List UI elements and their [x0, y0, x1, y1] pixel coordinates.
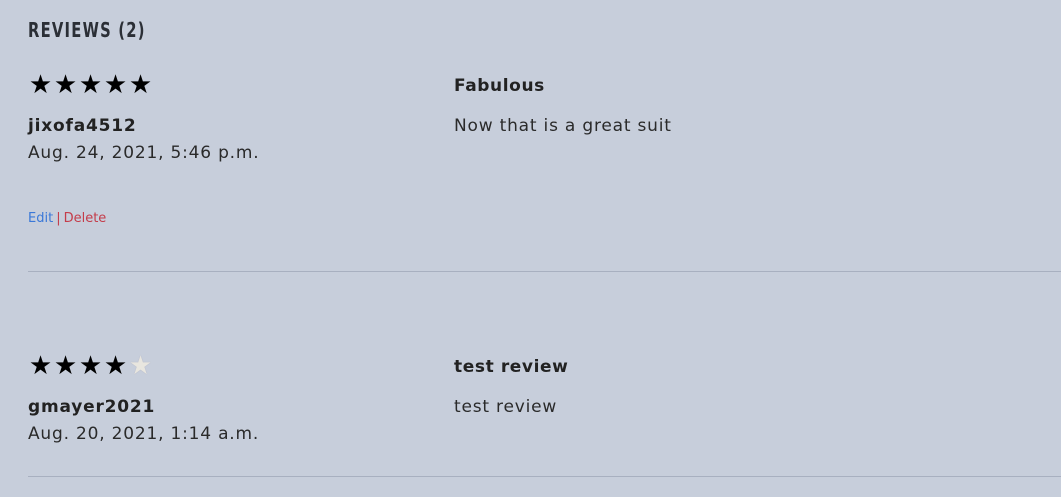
reviews-heading: REVIEWS (2) — [28, 18, 146, 42]
review-author: jixofa4512 — [28, 116, 137, 136]
review-actions: Edit | Delete — [28, 211, 106, 226]
review-item: ★ ★ ★ ★ ★ gmayer2021 Aug. 20, 2021, 1:14 a.m… — [28, 351, 1061, 477]
filled-star-icon: ★ — [53, 70, 78, 100]
star-rating: ★ ★ ★ ★ ★ — [28, 70, 153, 100]
review-body: Now that is a great suit — [454, 116, 672, 136]
review-date: Aug. 20, 2021, 1:14 a.m. — [28, 424, 260, 444]
review-author: gmayer2021 — [28, 397, 156, 417]
review-body: test review — [454, 397, 558, 417]
review-date: Aug. 24, 2021, 5:46 p.m. — [28, 143, 260, 163]
filled-star-icon: ★ — [78, 351, 103, 381]
filled-star-icon: ★ — [128, 70, 153, 100]
edit-review-link[interactable]: Edit — [28, 211, 53, 226]
action-separator: | — [56, 211, 61, 226]
review-title: Fabulous — [454, 76, 545, 96]
filled-star-icon: ★ — [28, 351, 53, 381]
filled-star-icon: ★ — [103, 70, 128, 100]
delete-review-link[interactable]: Delete — [64, 211, 107, 226]
review-title: test review — [454, 357, 569, 377]
review-divider — [28, 476, 1061, 477]
filled-star-icon: ★ — [103, 351, 128, 381]
filled-star-icon: ★ — [53, 351, 78, 381]
filled-star-icon: ★ — [28, 70, 53, 100]
review-item: ★ ★ ★ ★ ★ jixofa4512 Aug. 24, 2021, 5:46 p.m… — [28, 70, 1061, 272]
review-divider — [28, 271, 1061, 272]
empty-star-icon: ★ — [128, 351, 153, 381]
reviews-section: REVIEWS (2) ★ ★ ★ ★ ★ jixofa4512 Aug. 24, 20… — [0, 0, 1061, 497]
filled-star-icon: ★ — [78, 70, 103, 100]
star-rating: ★ ★ ★ ★ ★ — [28, 351, 153, 381]
